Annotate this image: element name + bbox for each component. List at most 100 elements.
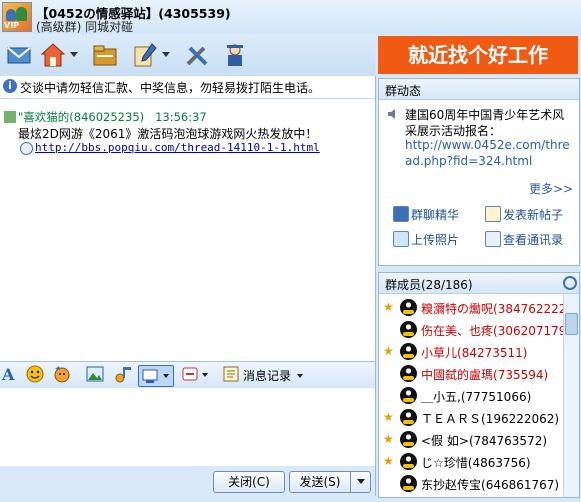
digest-link[interactable]: 群聊精华 (411, 206, 459, 223)
member-label: 东抄赵传宝(646861767) (421, 476, 559, 493)
home-button[interactable] (40, 40, 78, 70)
member-name: ＿小五, (421, 390, 461, 404)
member-row[interactable]: 中國弑的盧瑪(735594) (379, 363, 563, 385)
member-id: (384762222) (493, 302, 563, 316)
member-row[interactable]: ★ <假 如>(784763572) (379, 429, 563, 451)
send-button[interactable]: 发送(S) (289, 471, 351, 493)
new-post-icon (485, 206, 501, 222)
mail-icon (7, 47, 31, 64)
member-id: (4863756) (467, 456, 531, 470)
member-label: ＴＥＡＲＳ(196222062) (421, 410, 559, 427)
member-row[interactable]: 东抄赵传宝(646861767) (379, 473, 563, 495)
history-icon (223, 366, 239, 382)
penguin-avatar-icon (400, 365, 417, 382)
member-label: 中國弑的盧瑪(735594) (421, 366, 548, 383)
magic-face-button[interactable] (52, 365, 72, 385)
info-icon: i (3, 79, 17, 93)
news-link[interactable]: http://www.0452e.com/thread.php?fid=324.… (405, 137, 575, 169)
chevron-down-icon[interactable] (202, 373, 208, 377)
font-icon[interactable]: A (2, 365, 16, 385)
image-icon (86, 366, 104, 382)
history-label: 消息记录 (243, 369, 292, 383)
sender-name[interactable]: "喜欢猫的 (18, 110, 69, 124)
screenshot-button[interactable] (138, 365, 174, 387)
news-header: 群动态 (379, 79, 579, 100)
star-icon: ★ (383, 300, 394, 314)
member-row[interactable]: ＿小五,(77751066) (379, 385, 563, 407)
group-id: (4305539) (158, 6, 231, 21)
tools-button[interactable] (184, 40, 210, 70)
close-button[interactable]: 关闭(C) (213, 471, 285, 493)
edit-icon (134, 43, 157, 67)
new-post-link[interactable]: 发表新帖子 (503, 206, 563, 223)
sender-level-icon (4, 111, 16, 123)
member-label: ＿小五,(77751066) (421, 388, 531, 405)
music-button[interactable] (113, 365, 133, 385)
smile-icon (26, 365, 44, 383)
home-icon (40, 43, 66, 67)
support-icon (227, 44, 243, 66)
shake-icon (182, 367, 198, 381)
member-label: 伤在美、也疼(306207179) (421, 322, 563, 339)
mail-button[interactable] (6, 40, 32, 70)
member-row[interactable]: ★ 糗瀰特の爋呪(384762222) (379, 297, 563, 319)
members-list: ★ 糗瀰特の爋呪(384762222) 伤在美、也疼(306207179) ★ 小草儿(… (379, 294, 563, 497)
history-button[interactable]: 消息记录 (243, 367, 303, 384)
input-toolbar: A 消息记录 (0, 361, 375, 389)
star-icon: ★ (383, 410, 394, 424)
group-news-panel: 群动态 建国60周年中国青少年艺术风 采展示活动报名： http://www.0… (378, 78, 580, 266)
title-bar: VIP 【0452の情感驿站】(4305539) (高级群) 同城对碰 (0, 0, 581, 34)
members-panel: 群成员(28/186) ★ 糗瀰特の爋呪(384762222) 伤在美、也疼(306… (378, 272, 580, 498)
search-icon[interactable] (563, 276, 577, 290)
member-id: (196222062) (481, 412, 560, 426)
member-id: (646861767) (481, 478, 560, 492)
member-row[interactable]: ★ ＴＥＡＲＳ(196222062) (379, 407, 563, 429)
member-name: じ☆珍惜 (421, 456, 468, 470)
member-name: <假 如> (421, 434, 469, 448)
shake-button[interactable] (180, 365, 210, 385)
notice-text: 交谈中请勿轻信汇款、中奖信息，勿轻易拨打陌生电话。 (20, 81, 321, 95)
chevron-down-icon[interactable] (162, 52, 170, 57)
penguin-avatar-icon (400, 299, 417, 316)
star-icon: ★ (383, 454, 394, 468)
member-name: 东抄赵传宝 (421, 478, 482, 492)
share-folder-button[interactable] (92, 40, 118, 70)
more-link[interactable]: 更多>> (529, 180, 573, 197)
star-icon: ★ (383, 344, 394, 358)
penguin-avatar-icon (400, 343, 417, 360)
message-input[interactable] (0, 388, 375, 466)
support-button[interactable] (222, 40, 248, 70)
member-row[interactable]: 伤在美、也疼(306207179) (379, 319, 563, 341)
speaker-icon (388, 109, 395, 119)
member-label: 糗瀰特の爋呪(384762222) (421, 300, 563, 317)
edit-button[interactable] (132, 40, 170, 70)
send-options-button[interactable] (350, 471, 371, 493)
chevron-down-icon[interactable] (70, 52, 78, 57)
member-name: 糗瀰特の爋呪 (421, 302, 494, 316)
ad-banner[interactable]: 就近找个好工作 (378, 36, 578, 74)
star-icon: ★ (383, 432, 394, 446)
chevron-down-icon[interactable] (163, 374, 169, 378)
member-id: (735594) (493, 368, 549, 382)
member-row[interactable]: ★ じ☆珍惜(4863756) (379, 451, 563, 473)
penguin-avatar-icon (400, 409, 417, 426)
history-icon-wrap[interactable] (222, 365, 240, 385)
send-image-button[interactable] (86, 365, 104, 385)
member-name: ＴＥＡＲＳ (421, 412, 482, 426)
penguin-avatar-icon (400, 321, 417, 338)
message-link[interactable]: http://bbs.popqiu.com/thread-14110-1-1.h… (35, 141, 320, 154)
contacts-link[interactable]: 查看通讯录 (503, 231, 563, 248)
tools-icon (186, 46, 208, 66)
group-avatar[interactable]: VIP (2, 2, 32, 32)
emoji-button[interactable] (26, 365, 44, 385)
member-row[interactable]: ★ 小草儿(84273511) (379, 341, 563, 363)
member-id: (77751066) (460, 390, 532, 404)
upload-photo-link[interactable]: 上传照片 (411, 231, 459, 248)
scroll-thumb[interactable] (565, 313, 578, 335)
screenshot-icon (142, 369, 158, 383)
member-label: 小草儿(84273511) (421, 344, 527, 361)
member-id: (306207179) (493, 324, 563, 338)
member-label: じ☆珍惜(4863756) (421, 454, 531, 471)
message-area[interactable]: "喜欢猫的(846025235) 13:56:37 最炫2D网游《2061》激活… (0, 99, 375, 361)
link-icon (20, 142, 33, 155)
